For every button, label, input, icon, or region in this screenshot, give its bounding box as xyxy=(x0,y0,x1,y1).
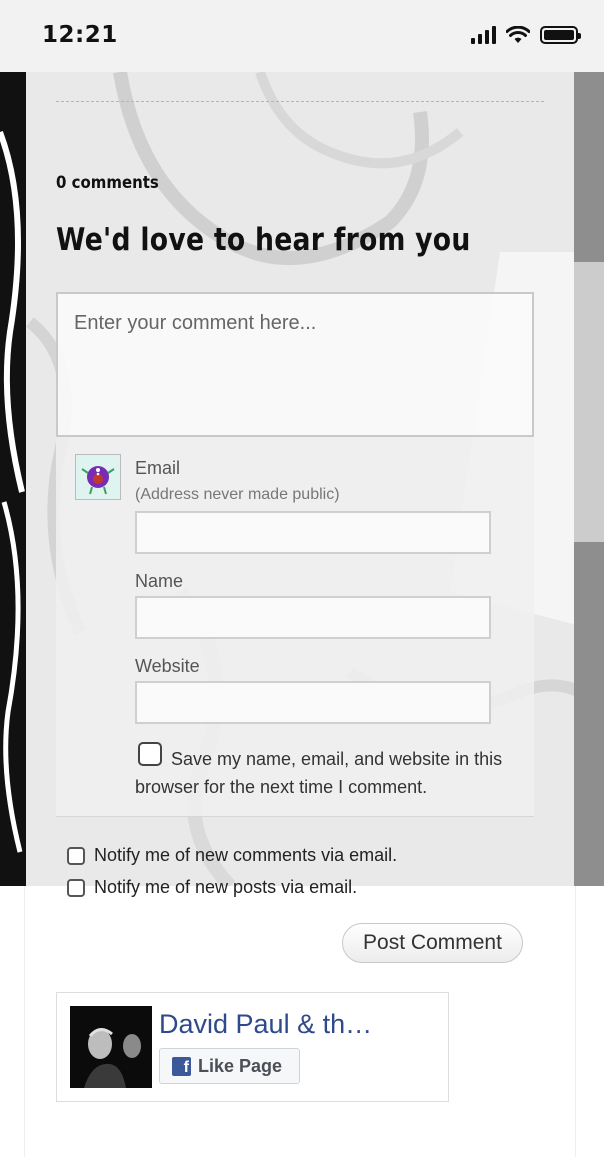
comment-textarea-wrapper xyxy=(56,292,534,437)
wifi-icon xyxy=(506,26,530,43)
website-field-wrapper xyxy=(135,681,491,724)
status-time: 12:21 xyxy=(42,22,118,48)
section-divider xyxy=(56,101,544,102)
notify-comments-option[interactable]: Notify me of new comments via email. xyxy=(67,845,397,866)
avatar xyxy=(75,454,121,500)
notify-posts-label: Notify me of new posts via email. xyxy=(94,877,358,897)
battery-icon xyxy=(540,26,581,44)
facebook-logo-icon: f xyxy=(172,1056,191,1076)
comments-count: 0 comments xyxy=(56,173,159,193)
notify-comments-checkbox[interactable] xyxy=(67,846,85,865)
website-field[interactable] xyxy=(137,683,489,722)
commenter-details-panel: Email (Address never made public) Name W… xyxy=(56,437,534,817)
status-icons xyxy=(471,26,581,44)
email-field-wrapper xyxy=(135,511,491,554)
facebook-like-page-button[interactable]: f Like Page xyxy=(159,1048,300,1084)
monster-avatar-icon xyxy=(81,466,115,495)
cellular-signal-icon xyxy=(471,26,496,44)
facebook-page-widget: David Paul & th… f Like Page xyxy=(56,992,449,1102)
notify-posts-checkbox[interactable] xyxy=(67,878,85,897)
status-bar: 12:21 xyxy=(0,0,604,72)
name-field-wrapper xyxy=(135,596,491,639)
website-label: Website xyxy=(135,656,200,676)
email-label: Email xyxy=(135,458,181,478)
profile-photo-icon xyxy=(70,1006,152,1088)
post-comment-button[interactable]: Post Comment xyxy=(342,923,523,963)
email-field[interactable] xyxy=(137,513,489,552)
comment-form-heading: We'd love to hear from you xyxy=(56,222,471,258)
facebook-page-photo[interactable] xyxy=(70,1006,152,1088)
comment-textarea[interactable] xyxy=(58,294,532,435)
facebook-like-label: Like Page xyxy=(198,1055,283,1076)
notify-posts-option[interactable]: Notify me of new posts via email. xyxy=(67,877,357,898)
notify-comments-label: Notify me of new comments via email. xyxy=(94,845,398,865)
name-label: Name xyxy=(135,571,184,591)
email-hint: (Address never made public) xyxy=(135,486,340,503)
facebook-page-name-link[interactable]: David Paul & th… xyxy=(159,1009,372,1040)
name-field[interactable] xyxy=(137,598,489,637)
save-info-label: Save my name, email, and website in this… xyxy=(135,749,503,797)
